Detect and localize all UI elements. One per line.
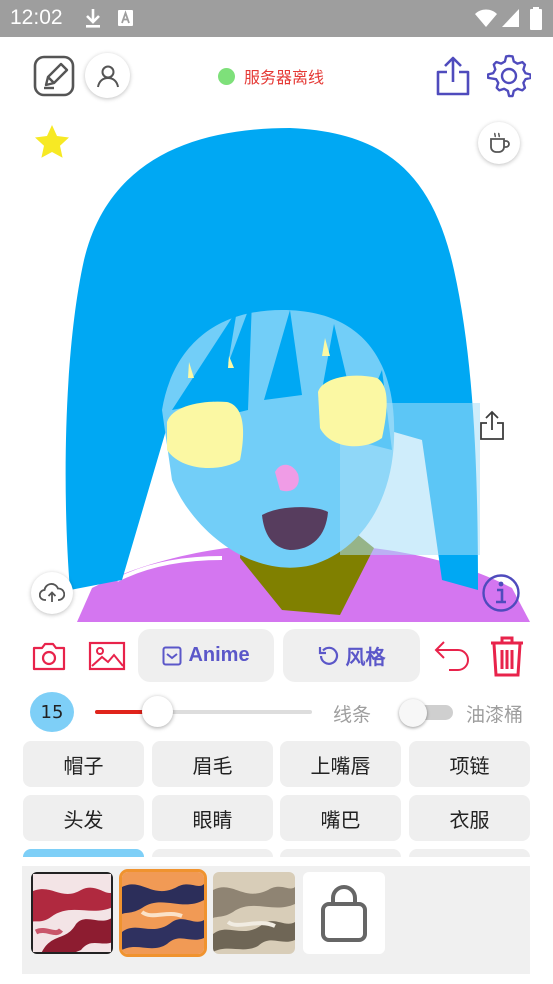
brush-size-slider[interactable] xyxy=(95,710,312,714)
anime-mode-label: Anime xyxy=(188,644,250,666)
part-button-partial[interactable] xyxy=(152,849,273,857)
image-icon xyxy=(88,641,126,671)
shopping-bag-icon xyxy=(321,885,367,942)
part-button-partial[interactable] xyxy=(409,849,530,857)
anime-portrait-drawing xyxy=(65,128,530,622)
drawing-left-eye xyxy=(167,401,244,469)
user-icon xyxy=(96,65,119,87)
part-button-partial-selected[interactable] xyxy=(23,849,144,857)
style-thumbnail-image-red xyxy=(31,872,113,954)
camera-button[interactable] xyxy=(31,638,67,674)
canvas-export-button[interactable] xyxy=(476,408,508,444)
clear-canvas-button[interactable] xyxy=(487,634,527,678)
line-mode-label: 线条 xyxy=(333,704,372,726)
server-status-dot xyxy=(218,67,235,85)
info-button[interactable] xyxy=(480,572,522,614)
cloud-upload-icon xyxy=(39,583,65,602)
undo-icon xyxy=(434,641,469,671)
edit-canvas-icon xyxy=(33,55,75,97)
wifi-icon xyxy=(475,9,497,27)
undo-button[interactable] xyxy=(432,637,472,675)
style-shop-button[interactable] xyxy=(303,872,385,954)
coffee-button[interactable] xyxy=(478,122,520,164)
part-button-clothes[interactable]: 衣服 xyxy=(409,795,530,841)
part-button-eyes[interactable]: 眼睛 xyxy=(152,795,273,841)
brush-size-value: 15 xyxy=(40,701,64,723)
export-icon xyxy=(480,410,504,440)
server-status: 服务器离线 xyxy=(218,64,324,88)
part-button-partial[interactable] xyxy=(280,849,401,857)
cloud-upload-button[interactable] xyxy=(31,572,73,614)
battery-icon xyxy=(530,7,542,30)
camera-icon xyxy=(32,642,66,671)
refresh-icon xyxy=(318,646,338,665)
user-button[interactable] xyxy=(85,53,130,98)
anime-mode-button[interactable]: Anime xyxy=(138,629,274,682)
style-button[interactable]: 风格 xyxy=(283,629,420,682)
style-thumbnail-selected[interactable] xyxy=(119,869,207,957)
edit-canvas-button[interactable] xyxy=(31,53,77,99)
paint-bucket-label: 油漆桶 xyxy=(466,704,524,726)
part-button-hair[interactable]: 头发 xyxy=(23,795,144,841)
checkbox-icon xyxy=(162,646,182,665)
signal-icon xyxy=(502,9,519,27)
part-button-hat[interactable]: 帽子 xyxy=(23,741,144,787)
part-button-upper-lip[interactable]: 上嘴唇 xyxy=(280,741,401,787)
paint-bucket-toggle[interactable] xyxy=(399,699,453,727)
settings-button[interactable] xyxy=(487,54,531,98)
style-thumbnail[interactable] xyxy=(213,872,295,954)
brush-size-badge: 15 xyxy=(30,692,74,732)
settings-icon xyxy=(487,54,531,98)
part-button-necklace[interactable]: 项链 xyxy=(409,741,530,787)
status-time: 12:02 xyxy=(10,6,63,29)
part-button-mouth[interactable]: 嘴巴 xyxy=(280,795,401,841)
drawing-canvas[interactable] xyxy=(22,110,532,622)
style-thumbnail-image-orange xyxy=(122,872,204,954)
style-thumbnail-image-beige xyxy=(213,872,295,954)
status-bar: 12:02 xyxy=(0,0,553,37)
part-button-eyebrows[interactable]: 眉毛 xyxy=(152,741,273,787)
style-thumbnail[interactable] xyxy=(31,872,113,954)
drawing-right-eye xyxy=(318,375,387,447)
gallery-button[interactable] xyxy=(87,638,127,674)
info-icon xyxy=(482,574,520,612)
share-icon xyxy=(436,56,470,96)
coffee-icon xyxy=(490,132,510,153)
brush-size-slider-thumb[interactable] xyxy=(142,696,174,727)
paint-bucket-toggle-knob xyxy=(399,699,427,727)
star-icon[interactable] xyxy=(33,124,71,160)
font-icon xyxy=(118,10,133,26)
style-label: 风格 xyxy=(345,647,386,669)
server-status-text: 服务器离线 xyxy=(244,68,325,87)
trash-icon xyxy=(491,636,523,677)
share-button[interactable] xyxy=(433,54,473,98)
download-icon xyxy=(86,9,100,28)
